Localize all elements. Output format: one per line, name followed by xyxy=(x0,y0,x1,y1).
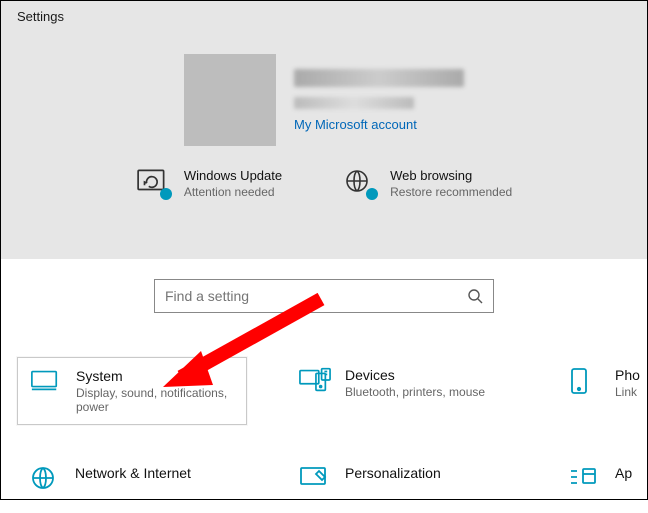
category-apps[interactable]: Ap xyxy=(557,455,631,501)
globe-icon xyxy=(342,168,376,194)
personalize-icon xyxy=(299,465,329,491)
monitor-icon xyxy=(30,368,60,394)
category-title: Personalization xyxy=(345,465,441,481)
category-title: Pho xyxy=(615,367,640,383)
status-title: Web browsing xyxy=(390,168,512,183)
apps-icon xyxy=(569,465,599,491)
category-system[interactable]: System Display, sound, notifications, po… xyxy=(17,357,247,425)
status-web-browsing[interactable]: Web browsing Restore recommended xyxy=(342,168,512,199)
my-microsoft-account-link[interactable]: My Microsoft account xyxy=(294,117,464,132)
account-email-redacted xyxy=(294,97,414,109)
avatar[interactable] xyxy=(184,54,276,146)
search-input[interactable] xyxy=(165,288,467,304)
category-phone[interactable]: Pho Link xyxy=(557,357,631,425)
status-title: Windows Update xyxy=(184,168,282,183)
category-personalization[interactable]: Personalization xyxy=(287,455,517,501)
search-icon xyxy=(467,288,483,304)
status-subtitle: Restore recommended xyxy=(390,185,512,199)
category-devices[interactable]: Devices Bluetooth, printers, mouse xyxy=(287,357,517,425)
devices-icon xyxy=(299,367,329,393)
globe-icon xyxy=(29,465,59,491)
category-subtitle: Bluetooth, printers, mouse xyxy=(345,385,485,399)
status-subtitle: Attention needed xyxy=(184,185,282,199)
account-name-redacted xyxy=(294,69,464,87)
update-sync-icon xyxy=(136,168,170,194)
status-windows-update[interactable]: Windows Update Attention needed xyxy=(136,168,282,199)
category-title: Network & Internet xyxy=(75,465,191,481)
account-block: My Microsoft account xyxy=(17,54,631,146)
category-title: Ap xyxy=(615,465,632,481)
page-title: Settings xyxy=(17,9,631,24)
category-subtitle: Display, sound, notifications, power xyxy=(76,386,234,414)
search-box[interactable] xyxy=(154,279,494,313)
phone-icon xyxy=(569,367,599,393)
category-subtitle: Link xyxy=(615,385,640,399)
category-title: System xyxy=(76,368,234,384)
category-network[interactable]: Network & Internet xyxy=(17,455,247,501)
category-title: Devices xyxy=(345,367,485,383)
